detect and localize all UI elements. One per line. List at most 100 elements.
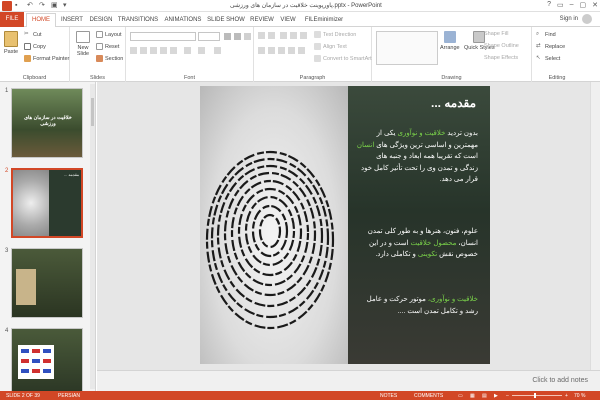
save-icon[interactable]: ▪: [15, 2, 22, 9]
format-painter-button[interactable]: Format Painter: [24, 55, 69, 62]
align-text-button[interactable]: Align Text: [314, 43, 347, 50]
arrange-button[interactable]: Arrange: [440, 31, 460, 51]
zoom-in-icon[interactable]: +: [565, 393, 568, 399]
select-button[interactable]: ↖ Select: [536, 55, 560, 62]
p2-highlight-1: محصول خلاقیت: [410, 239, 457, 247]
thumbnail-slide-3[interactable]: [11, 248, 83, 318]
font-size-select[interactable]: [198, 32, 220, 41]
tab-home[interactable]: HOME: [26, 13, 56, 27]
font-color-icon[interactable]: [214, 47, 221, 54]
section-button[interactable]: Section: [96, 55, 123, 62]
comments-toggle[interactable]: COMMENTS: [414, 393, 443, 399]
font-name-select[interactable]: [130, 32, 196, 41]
undo-icon[interactable]: ↶: [27, 2, 34, 9]
decrease-font-icon[interactable]: [234, 33, 241, 40]
thumbnail-slide-2[interactable]: مقدمه ...: [11, 168, 83, 238]
thumbnail-number: 2: [5, 168, 9, 174]
find-button[interactable]: ⌕ Find: [536, 31, 556, 38]
sign-in-link[interactable]: Sign in: [560, 16, 578, 22]
shadow-icon[interactable]: [160, 47, 167, 54]
numbering-icon[interactable]: [268, 32, 275, 39]
layout-button[interactable]: Layout: [96, 31, 122, 38]
tab-transitions[interactable]: TRANSITIONS: [116, 14, 160, 26]
thumbnail-slide-1[interactable]: خلاقیت در سازمان های ورزشی: [11, 88, 83, 158]
slide-title[interactable]: مقدمه ...: [431, 96, 476, 110]
tab-design[interactable]: DESIGN: [88, 14, 114, 26]
tab-fileminimizer[interactable]: FILEminimizer: [300, 14, 348, 26]
strikethrough-icon[interactable]: [170, 47, 177, 54]
close-icon[interactable]: ✕: [592, 1, 598, 9]
line-spacing-icon[interactable]: [300, 32, 307, 39]
ribbon-display-icon[interactable]: ▭: [557, 1, 564, 9]
notes-pane[interactable]: Click to add notes: [97, 370, 600, 391]
increase-indent-icon[interactable]: [290, 32, 297, 39]
powerpoint-app-icon[interactable]: [2, 1, 12, 11]
char-spacing-icon[interactable]: [184, 47, 191, 54]
convert-smartart-button[interactable]: Convert to SmartArt: [314, 55, 372, 62]
increase-font-icon[interactable]: [224, 33, 231, 40]
maximize-icon[interactable]: ▢: [580, 1, 587, 9]
slide-sorter-icon[interactable]: ▦: [470, 393, 475, 399]
fingerprint-image[interactable]: [200, 86, 348, 364]
normal-view-icon[interactable]: ▭: [458, 393, 463, 399]
reset-button[interactable]: Reset: [96, 43, 119, 50]
find-icon: ⌕: [536, 31, 540, 37]
italic-icon[interactable]: [140, 47, 147, 54]
zoom-level[interactable]: 70 %: [574, 393, 585, 399]
help-icon[interactable]: ?: [547, 1, 551, 9]
underline-icon[interactable]: [150, 47, 157, 54]
replace-button[interactable]: ⇄ Replace: [536, 43, 565, 50]
reading-view-icon[interactable]: ▤: [482, 393, 487, 399]
current-slide[interactable]: مقدمه ... بدون تردید خلاقیت و نوآوری یکی…: [200, 86, 490, 364]
bullets-icon[interactable]: [258, 32, 265, 39]
zoom-slider[interactable]: [512, 395, 562, 396]
redo-icon[interactable]: ↷: [39, 2, 46, 9]
shape-outline-button[interactable]: Shape Outline: [484, 43, 519, 49]
paste-button[interactable]: Paste: [4, 31, 18, 55]
align-center-icon[interactable]: [268, 47, 275, 54]
editing-group: ⌕ Find ⇄ Replace ↖ Select Editing: [532, 27, 582, 82]
decrease-indent-icon[interactable]: [280, 32, 287, 39]
shapes-gallery[interactable]: [376, 31, 438, 65]
thumbnail-number: 1: [5, 88, 9, 94]
cut-button[interactable]: ✂ Cut: [24, 31, 42, 38]
shape-fill-button[interactable]: Shape Fill: [484, 31, 508, 37]
slide-paragraph-2[interactable]: علوم، فنون، هنرها و به طور کلی تمدن انسا…: [356, 226, 478, 261]
language-indicator[interactable]: PERSIAN: [58, 393, 80, 399]
tab-slide-show[interactable]: SLIDE SHOW: [206, 14, 246, 26]
tab-file[interactable]: FILE: [0, 12, 24, 27]
tab-view[interactable]: VIEW: [278, 14, 298, 26]
thumbnail-scrollbar[interactable]: [90, 84, 95, 389]
shape-effects-button[interactable]: Shape Effects: [484, 55, 518, 61]
tab-review[interactable]: REVIEW: [248, 14, 276, 26]
columns-icon[interactable]: [298, 47, 305, 54]
tab-insert[interactable]: INSERT: [58, 14, 86, 26]
customize-qat-icon[interactable]: ▾: [63, 2, 70, 9]
new-slide-button[interactable]: New Slide: [74, 31, 92, 57]
zoom-out-icon[interactable]: –: [506, 393, 509, 399]
slide-paragraph-1[interactable]: بدون تردید خلاقیت و نوآوری یکی از مهمتری…: [356, 128, 478, 186]
thumbnail-fingerprint-image: [13, 170, 49, 236]
slideshow-view-icon[interactable]: ▶: [494, 393, 498, 399]
align-left-icon[interactable]: [258, 47, 265, 54]
align-right-icon[interactable]: [278, 47, 285, 54]
bold-icon[interactable]: [130, 47, 137, 54]
copy-button[interactable]: Copy: [24, 43, 46, 50]
justify-icon[interactable]: [288, 47, 295, 54]
change-case-icon[interactable]: [198, 47, 205, 54]
scrollbar-thumb[interactable]: [91, 98, 94, 126]
shape-outline-label: Shape Outline: [484, 43, 519, 49]
tab-animations[interactable]: ANIMATIONS: [162, 14, 204, 26]
slide-paragraph-3[interactable]: خلاقیت و نوآوری، موتور حرکت و عامل رشد و…: [356, 294, 478, 317]
avatar[interactable]: [582, 14, 592, 24]
new-slide-label: New Slide: [76, 45, 90, 57]
clear-format-icon[interactable]: [244, 33, 251, 40]
drawing-group: Arrange Quick Styles Shape Fill Shape Ou…: [372, 27, 532, 82]
slide-scrollbar[interactable]: [590, 82, 600, 370]
minimize-icon[interactable]: –: [570, 1, 574, 9]
text-direction-button[interactable]: Text Direction: [314, 31, 356, 38]
zoom-slider-knob[interactable]: [534, 393, 536, 398]
thumbnail-slide-4[interactable]: [11, 328, 83, 398]
notes-toggle[interactable]: NOTES: [380, 393, 397, 399]
start-slideshow-icon[interactable]: ▣: [51, 2, 58, 9]
